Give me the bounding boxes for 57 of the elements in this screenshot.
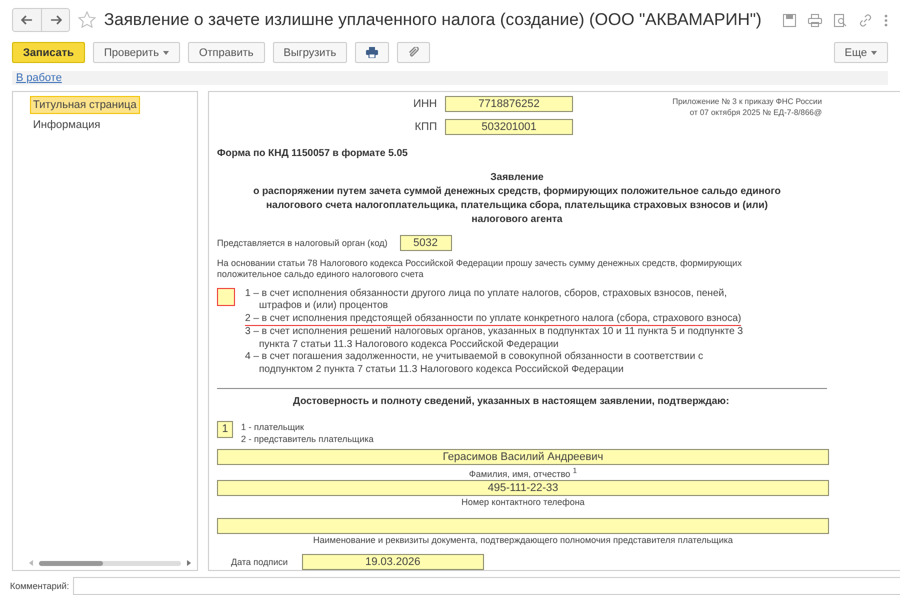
form-subheading: о распоряжении путем зачета суммой денежных средств, формирующих положительное сальдо единого налогового счета налогоплательщика, плательщика сбора, плательщика страховых взносов и (или) налогового агента: [252, 184, 782, 226]
arrow-left-icon: [21, 15, 33, 25]
printer-icon: [366, 47, 378, 58]
signer-field[interactable]: 1: [217, 421, 233, 438]
paperclip-icon: [408, 47, 420, 58]
inn-label: ИНН: [412, 98, 437, 110]
preview-icon[interactable]: [834, 14, 847, 26]
check-button[interactable]: Проверить: [92, 42, 180, 63]
scroll-right-icon[interactable]: [187, 560, 191, 566]
inn-field[interactable]: 7718876252: [445, 96, 573, 112]
signer-option: 2 - представитель плательщика: [241, 433, 374, 445]
kpp-field[interactable]: 503201001: [445, 118, 573, 134]
comment-label: Комментарий:: [10, 581, 70, 591]
document-field[interactable]: [217, 518, 829, 534]
save-icon[interactable]: [783, 14, 796, 26]
toolbar-button[interactable]: Отправить: [188, 42, 264, 63]
option-text: 3 – в счет исполнения решений налоговых органов, указанных в подпунктах 10 и 11 пункта 5 и подпункте 3 пункта 7 статьи 11.3 Налогового кодекса Российской Федерации: [245, 326, 744, 351]
option-text: 4 – в счет погашения задолженности, не учитываемой в совокупной обязанности в соответствии с подпунктом 2 пункта 7 статьи 11.3 Налогового кодекса Российской Федерации: [245, 351, 704, 376]
scrollbar[interactable]: [39, 560, 181, 566]
window-title: Заявление о зачете излишне уплаченного налога (создание) (ООО "АКВАМАРИН"): [104, 10, 763, 30]
fio-caption: Фамилия, имя, отчество $^{1}$: [468, 465, 578, 480]
fio-field[interactable]: Герасимов Василий Андреевич: [217, 449, 829, 465]
appendix-note: Приложение № 3 к приказу ФНС России: [672, 96, 822, 106]
phone-field[interactable]: 495-111-22-33: [217, 480, 829, 496]
form-code: Форма по КНД 1150057 в формате 5.05: [217, 148, 409, 158]
attach-button[interactable]: [397, 42, 430, 63]
option-text: 2 – в счет исполнения предстоящей обязанности по уплате конкретного налога (сбора, страхового взноса): [245, 312, 742, 326]
more-button[interactable]: Еще: [834, 42, 888, 63]
status-link[interactable]: В работе: [16, 72, 62, 84]
scroll-left-icon[interactable]: [29, 560, 33, 566]
basis-text: На основании статьи 78 Налогового кодекса Российской Федерации прошу зачесть сумму денежных средств, формирующих положительное сальдо единого налогового счета: [217, 258, 743, 280]
document-caption: Наименование и реквизиты документа, подтверждающего полномочия представителя плательщика: [312, 534, 734, 546]
caret-icon: [871, 50, 877, 54]
save-button[interactable]: Записать: [12, 42, 85, 63]
phone-caption: Номер контактного телефона: [460, 496, 586, 508]
caret-icon: [162, 50, 169, 54]
authority-label: Представляется в налоговый орган (код): [217, 238, 388, 248]
option-text: 1 – в счет исполнения обязанности другого лица по уплате налогов, сборов, страховых взносов, пеней, штрафов и (или) процентов: [245, 288, 728, 312]
star-icon[interactable]: [78, 11, 96, 29]
print-icon[interactable]: [808, 14, 822, 26]
sign-date-field[interactable]: 19.03.2026: [302, 554, 484, 570]
option-code-field[interactable]: [217, 288, 235, 306]
confirm-title: Достоверность и полноту сведений, указанных в настоящем заявлении, подтверждаю:: [293, 396, 730, 407]
kpp-label: КПП: [414, 120, 437, 132]
sidebar-item[interactable]: Титульная страница: [30, 96, 140, 114]
print-button[interactable]: [355, 42, 390, 63]
arrow-right-icon: [50, 15, 62, 25]
toolbar-button[interactable]: Выгрузить: [272, 42, 348, 63]
link-icon[interactable]: [859, 14, 872, 26]
authority-field[interactable]: 5032: [400, 234, 452, 250]
more-icon[interactable]: [884, 14, 888, 26]
sign-date-label: Дата подписи: [231, 557, 288, 567]
appendix-note: от 07 октября 2025 № ЕД-7-8/866@: [688, 106, 822, 118]
sidebar-item[interactable]: Информация: [30, 116, 104, 134]
comment-field[interactable]: [73, 577, 900, 595]
signer-option: 1 - плательщик: [241, 421, 374, 433]
form-heading: Заявление: [489, 170, 545, 184]
